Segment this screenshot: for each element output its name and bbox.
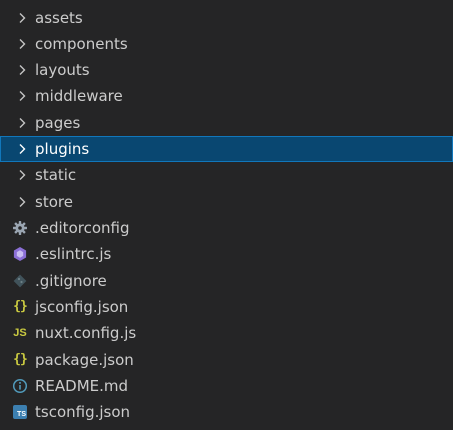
chevron-right-icon [19,65,26,75]
folder-row-layouts[interactable]: layouts [0,57,453,83]
folder-row-middleware[interactable]: middleware [0,83,453,109]
json-braces-icon: {} [13,352,28,367]
folder-label: layouts [35,61,90,79]
folder-label: plugins [35,140,90,158]
typescript-badge: TS [13,405,27,419]
folder-label: pages [35,114,81,132]
typescript-icon: TS [12,404,28,420]
chevron-right-icon [19,39,26,49]
folder-row-components[interactable]: components [0,31,453,57]
chevron-right-icon [19,91,26,101]
folder-label: static [35,166,77,184]
chevron-right-icon [19,144,26,154]
file-label: README.md [35,377,129,395]
file-explorer-tree: assets components layouts middleware pag… [0,0,453,430]
json-braces-icon: {} [13,299,28,314]
git-icon [12,273,28,289]
file-label: jsconfig.json [35,298,129,316]
file-label: nuxt.config.js [35,324,137,342]
file-label: .gitignore [35,272,107,290]
folder-label: store [35,193,73,211]
file-row-jsconfig[interactable]: {} jsconfig.json [0,294,453,320]
file-label: .eslintrc.js [35,245,112,263]
folder-row-store[interactable]: store [0,189,453,215]
file-label: package.json [35,351,134,369]
chevron-right-icon [19,118,26,128]
javascript-icon: JS [13,327,27,339]
file-row-gitignore[interactable]: .gitignore [0,268,453,294]
chevron-right-icon [19,197,26,207]
file-label: .editorconfig [35,219,130,237]
folder-row-assets[interactable]: assets [0,5,453,31]
file-row-eslintrc[interactable]: .eslintrc.js [0,241,453,267]
folder-row-static[interactable]: static [0,162,453,188]
file-row-package-json[interactable]: {} package.json [0,347,453,373]
file-row-readme[interactable]: README.md [0,373,453,399]
file-row-nuxt-config[interactable]: JS nuxt.config.js [0,320,453,346]
eslint-icon [12,246,28,262]
folder-row-plugins[interactable]: plugins [0,136,453,162]
chevron-right-icon [19,13,26,23]
file-label: tsconfig.json [35,403,131,421]
folder-label: assets [35,9,83,27]
folder-label: components [35,35,128,53]
folder-label: middleware [35,87,123,105]
gear-icon [12,220,28,236]
file-row-editorconfig[interactable]: .editorconfig [0,215,453,241]
info-icon [12,378,28,394]
chevron-right-icon [19,170,26,180]
folder-row-pages[interactable]: pages [0,110,453,136]
file-row-tsconfig[interactable]: TS tsconfig.json [0,399,453,425]
